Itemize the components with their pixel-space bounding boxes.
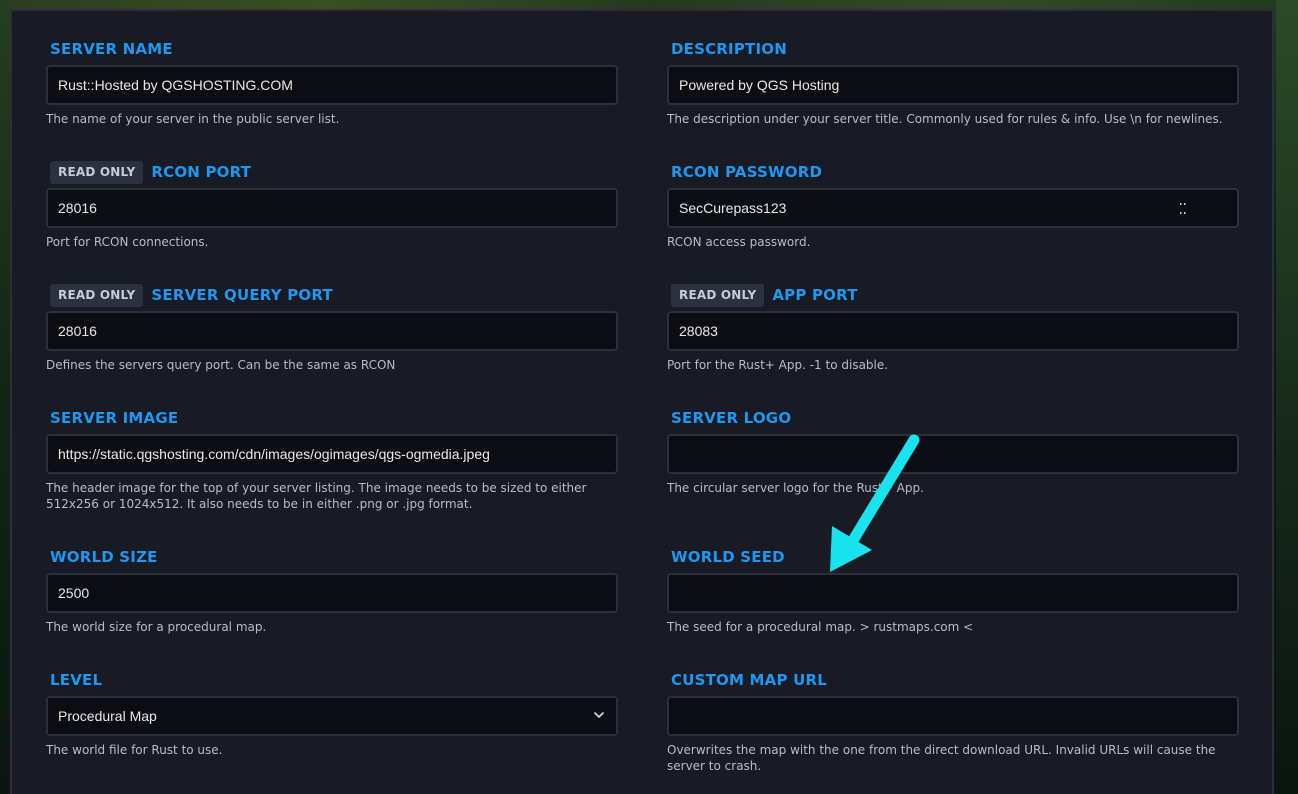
app-port-label: APP PORT [772, 286, 858, 304]
world-size-help: The world size for a procedural map. [46, 620, 267, 634]
chevron-down-icon [594, 712, 604, 718]
rcon-password-value: SecCurepass123 [679, 200, 787, 216]
server-query-port-input[interactable]: 28016 [46, 311, 618, 351]
rcon-port-help: Port for RCON connections. [46, 235, 209, 249]
world-seed-help: The seed for a procedural map. > rustmap… [667, 620, 974, 634]
level-select[interactable]: Procedural Map [46, 696, 618, 736]
server-name-input[interactable]: Rust::Hosted by QGSHOSTING.COM [46, 65, 618, 105]
server-query-port-help: Defines the servers query port. Can be t… [46, 358, 396, 372]
description-help: The description under your server title.… [667, 112, 1223, 126]
custom-map-url-label: CUSTOM MAP URL [671, 671, 827, 689]
world-seed-label: WORLD SEED [671, 548, 785, 566]
custom-map-url-input[interactable] [667, 696, 1239, 736]
custom-map-url-help: Overwrites the map with the one from the… [667, 743, 1216, 773]
description-input[interactable]: Powered by QGS Hosting [667, 65, 1239, 105]
server-image-label: SERVER IMAGE [50, 409, 179, 427]
world-size-input[interactable]: 2500 [46, 573, 618, 613]
server-logo-help: The circular server logo for the Rust+ A… [667, 481, 924, 495]
app-port-help: Port for the Rust+ App. -1 to disable. [667, 358, 889, 372]
rcon-port-input[interactable]: 28016 [46, 188, 618, 228]
server-logo-label: SERVER LOGO [671, 409, 792, 427]
rcon-password-input[interactable]: SecCurepass123 [667, 188, 1239, 228]
server-name-label: SERVER NAME [50, 40, 173, 58]
background-game-art-right [1276, 0, 1298, 794]
level-help: The world file for Rust to use. [46, 743, 223, 757]
server-logo-input[interactable] [667, 434, 1239, 474]
level-label: LEVEL [50, 671, 103, 689]
world-size-label: WORLD SIZE [50, 548, 158, 566]
level-select-value: Procedural Map [58, 708, 157, 724]
read-only-badge: READ ONLY [671, 283, 765, 307]
server-query-port-label: SERVER QUERY PORT [151, 286, 333, 304]
description-label: DESCRIPTION [671, 40, 787, 58]
app-port-input[interactable]: 28083 [667, 311, 1239, 351]
password-toggle-icon[interactable] [1179, 202, 1187, 216]
world-seed-input[interactable] [667, 573, 1239, 613]
rcon-password-help: RCON access password. [667, 235, 811, 249]
read-only-badge: READ ONLY [50, 283, 144, 307]
rcon-port-label: RCON PORT [151, 163, 252, 181]
server-image-input[interactable]: https://static.qgshosting.com/cdn/images… [46, 434, 618, 474]
background-game-art-left [0, 0, 10, 794]
server-settings-panel: SERVER NAME Rust::Hosted by QGSHOSTING.C… [10, 9, 1274, 794]
rcon-password-label: RCON PASSWORD [671, 163, 823, 181]
read-only-badge: READ ONLY [50, 160, 144, 184]
server-image-help: The header image for the top of your ser… [46, 481, 587, 511]
server-name-help: The name of your server in the public se… [46, 112, 340, 126]
